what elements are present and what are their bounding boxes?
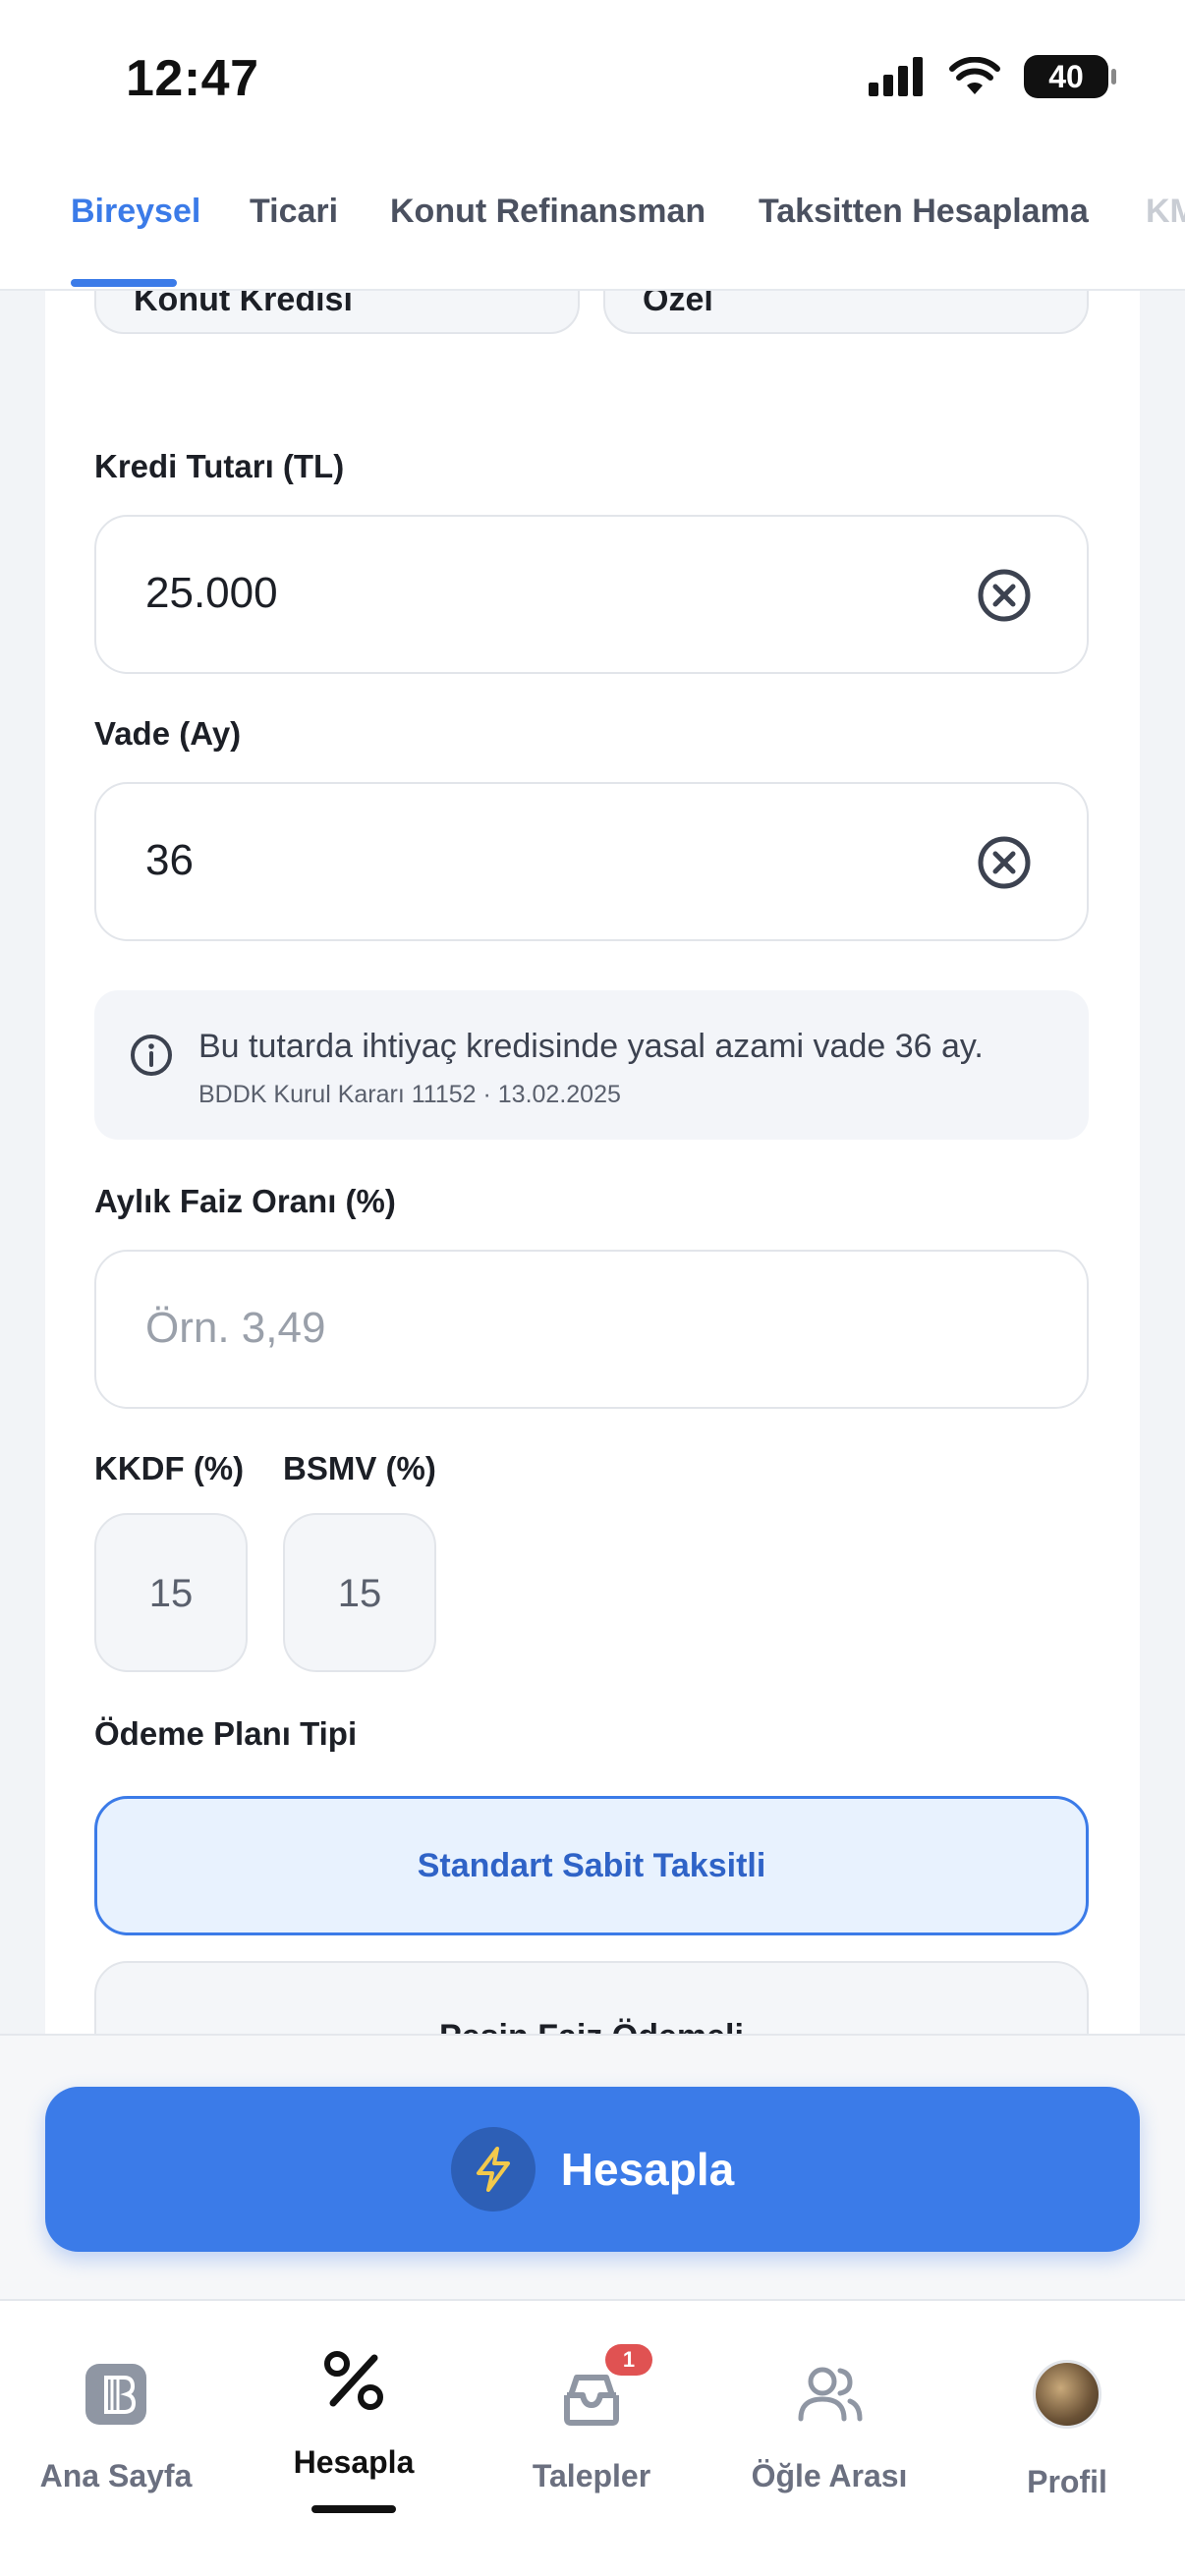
users-icon <box>798 2367 863 2422</box>
active-tab-indicator <box>71 279 177 287</box>
tab-taksitten-hesaplama[interactable]: Taksitten Hesaplama <box>759 193 1089 231</box>
status-icons: 40 <box>869 55 1116 98</box>
loan-form-card: Konut Kredisi Özel Kredi Tutarı (TL) Vad… <box>45 246 1140 2034</box>
percent-icon <box>324 2351 383 2410</box>
home-logo-icon <box>85 2364 146 2425</box>
bsmv-field <box>283 1513 436 1672</box>
avatar <box>1033 2360 1101 2429</box>
loan-amount-label: Kredi Tutarı (TL) <box>94 448 345 484</box>
tab-konut-refinansman[interactable]: Konut Refinansman <box>390 193 705 231</box>
term-input[interactable] <box>145 821 951 900</box>
kkdf-input[interactable] <box>96 1554 246 1633</box>
battery-icon: 40 <box>1024 55 1116 98</box>
app-header: 12:47 40 Bireysel Ticari Konut Refinansm… <box>0 0 1185 291</box>
loan-amount-field <box>94 515 1089 674</box>
bsmv-label: BSMV (%) <box>283 1450 436 1486</box>
nav-label: Hesapla <box>293 2444 415 2480</box>
nav-label: Profil <box>1027 2464 1107 2499</box>
wifi-icon <box>949 57 1000 94</box>
status-time: 12:47 <box>126 50 259 107</box>
calculate-label: Hesapla <box>560 2144 735 2195</box>
tab-ticari[interactable]: Ticari <box>250 193 338 231</box>
interest-rate-label: Aylık Faiz Oranı (%) <box>94 1183 396 1219</box>
nav-talepler[interactable]: 1 Talepler <box>474 2340 709 2537</box>
tab-km[interactable]: KM <box>1146 193 1185 231</box>
category-tabs: Bireysel Ticari Konut Refinansman Taksit… <box>0 187 1185 291</box>
term-info-notice: Bu tutarda ihtiyaç kredisinde yasal azam… <box>94 990 1089 1140</box>
payment-plan-option-pesin[interactable]: Peşin Faiz Ödemeli <box>94 1961 1089 2034</box>
calculate-button[interactable]: Hesapla <box>45 2087 1140 2252</box>
requests-badge: 1 <box>605 2344 652 2376</box>
term-label: Vade (Ay) <box>94 715 242 752</box>
nav-label: Öğle Arası <box>751 2458 908 2493</box>
nav-label: Talepler <box>532 2458 651 2493</box>
clear-icon[interactable] <box>977 835 1032 890</box>
nav-profil[interactable]: Profil <box>949 2340 1185 2537</box>
term-field <box>94 782 1089 941</box>
kkdf-label: KKDF (%) <box>94 1450 245 1486</box>
nav-ana-sayfa[interactable]: Ana Sayfa <box>0 2340 234 2537</box>
kkdf-field <box>94 1513 248 1672</box>
battery-level: 40 <box>1048 58 1084 94</box>
payment-plan-option-standard[interactable]: Standart Sabit Taksitli <box>94 1796 1089 1935</box>
interest-rate-field <box>94 1250 1089 1409</box>
cellular-signal-icon <box>869 57 923 96</box>
loan-amount-input[interactable] <box>145 554 951 633</box>
nav-label: Ana Sayfa <box>39 2458 193 2493</box>
info-source: BDDK Kurul Kararı 11152 · 13.02.2025 <box>198 1081 621 1108</box>
payment-plan-label: Ödeme Planı Tipi <box>94 1715 358 1752</box>
bsmv-input[interactable] <box>285 1554 434 1633</box>
nav-hesapla[interactable]: Hesapla <box>236 2340 472 2537</box>
nav-ogle-arasi[interactable]: Öğle Arası <box>711 2340 947 2537</box>
active-nav-indicator <box>311 2505 396 2513</box>
tab-bireysel[interactable]: Bireysel <box>71 193 200 231</box>
bottom-navigation: Ana Sayfa Hesapla 1 Talepler Öğle Arası … <box>0 2299 1185 2576</box>
info-message: Bu tutarda ihtiyaç kredisinde yasal azam… <box>198 1028 984 1065</box>
action-bar: Hesapla <box>0 2034 1185 2299</box>
info-icon <box>131 1035 172 1076</box>
interest-rate-input[interactable] <box>145 1289 951 1368</box>
clear-icon[interactable] <box>977 568 1032 623</box>
lightning-icon <box>450 2127 536 2212</box>
